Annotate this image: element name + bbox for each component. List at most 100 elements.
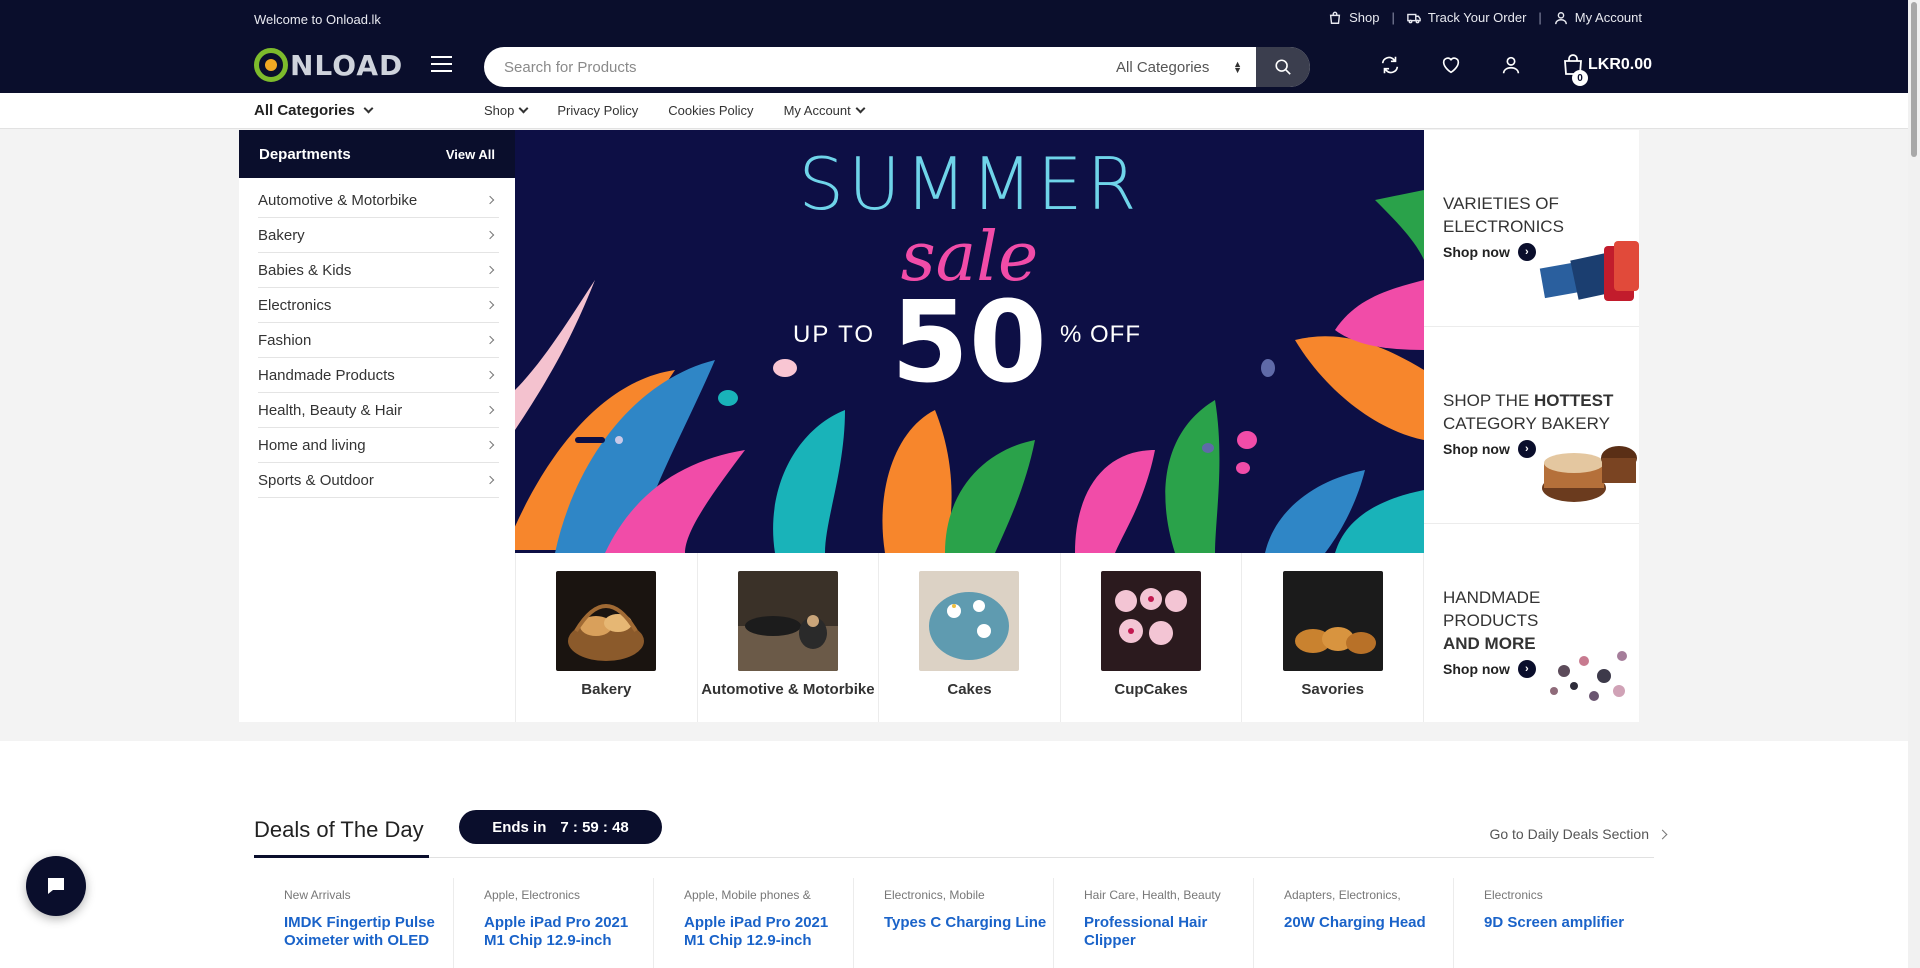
department-item[interactable]: Electronics [258, 288, 499, 323]
user-icon [1554, 11, 1567, 24]
product-card[interactable]: Adapters, Electronics, 20W Charging Head [1254, 878, 1454, 968]
category-strip: Bakery Automotive & Motorbike Cakes CupC… [515, 553, 1424, 722]
departments-title: Departments [259, 145, 351, 163]
logo-gear-icon [254, 48, 288, 82]
countdown-label: Ends in [492, 818, 547, 836]
welcome-text: Welcome to Onload.lk [254, 12, 381, 27]
promo-title-text: SHOP THE [1443, 391, 1530, 410]
menu-toggle-icon[interactable] [431, 56, 452, 72]
handmade-jewelry-image [1550, 651, 1627, 701]
department-label: Babies & Kids [258, 261, 352, 279]
promo-card-bakery[interactable]: SHOP THE HOTTEST CATEGORY BAKERY Shop now… [1424, 327, 1639, 524]
product-card[interactable]: Hair Care, Health, Beauty Professional Ha… [1054, 878, 1254, 968]
product-categories[interactable]: New Arrivals [284, 888, 453, 902]
department-item[interactable]: Bakery [258, 218, 499, 253]
top-links: Shop | Track Your Order | My Account [1316, 10, 1654, 25]
promo-title: VARIETIES OF ELECTRONICS [1443, 192, 1639, 238]
department-item[interactable]: Home and living [258, 428, 499, 463]
page-scrollbar[interactable] [1908, 0, 1920, 968]
chevron-down-icon [363, 103, 374, 114]
countdown-value: 7 : 59 : 48 [560, 818, 629, 836]
nav-item-cookies-policy[interactable]: Cookies Policy [668, 103, 753, 118]
department-label: Home and living [258, 436, 366, 454]
departments-header: Departments View All [239, 130, 515, 178]
product-card[interactable]: Electronics 9D Screen amplifier [1454, 878, 1654, 968]
product-name[interactable]: Professional Hair Clipper [1084, 914, 1253, 950]
chevron-right-icon [1657, 829, 1668, 839]
top-link-label: Track Your Order [1427, 10, 1527, 25]
top-link-track-order[interactable]: Track Your Order [1395, 10, 1539, 25]
main-nav: All Categories Shop Privacy Policy Cooki… [0, 93, 1908, 129]
nav-item-label: Cookies Policy [668, 103, 754, 118]
product-categories[interactable]: Apple, Electronics [484, 888, 653, 902]
product-categories[interactable]: Adapters, Electronics, [1284, 888, 1453, 902]
promo-title: SHOP THE HOTTEST CATEGORY BAKERY [1443, 389, 1639, 435]
product-card[interactable]: New Arrivals IMDK Fingertip Pulse Oximete… [254, 878, 454, 968]
product-name[interactable]: 20W Charging Head [1284, 914, 1453, 932]
banner-discount-value: 50 [891, 278, 1047, 408]
search-input[interactable] [504, 47, 1064, 87]
department-item[interactable]: Health, Beauty & Hair [258, 393, 499, 428]
all-categories-dropdown[interactable]: All Categories [254, 102, 374, 119]
product-categories[interactable]: Hair Care, Health, Beauty [1084, 888, 1253, 902]
category-card-savories[interactable]: Savories [1242, 553, 1424, 722]
product-name[interactable]: Apple iPad Pro 2021 M1 Chip 12.9-inch [684, 914, 853, 950]
department-label: Bakery [258, 226, 305, 244]
slider-dot[interactable] [615, 436, 623, 444]
chevron-right-icon [485, 370, 495, 380]
category-card-bakery[interactable]: Bakery [516, 553, 698, 722]
view-all-link[interactable]: View All [446, 147, 495, 162]
department-item[interactable]: Sports & Outdoor [258, 463, 499, 498]
category-card-cakes[interactable]: Cakes [879, 553, 1061, 722]
search-category-select[interactable]: All Categories ▲ ▼ [1116, 47, 1256, 87]
category-card-automotive[interactable]: Automotive & Motorbike [698, 553, 880, 722]
product-name[interactable]: Types C Charging Line [884, 914, 1053, 932]
promo-title-text: VARIETIES OF ELECTRONICS [1443, 194, 1564, 236]
product-card[interactable]: Apple, Mobile phones & Apple iPad Pro 202… [654, 878, 854, 968]
product-categories[interactable]: Electronics, Mobile [884, 888, 1053, 902]
nav-item-shop[interactable]: Shop [484, 103, 529, 118]
daily-deals-link[interactable]: Go to Daily Deals Section [1489, 826, 1668, 842]
deals-title-underline [254, 855, 429, 858]
department-item[interactable]: Handmade Products [258, 358, 499, 393]
chevron-right-icon [485, 335, 495, 345]
top-link-my-account[interactable]: My Account [1542, 10, 1654, 25]
product-card[interactable]: Electronics, Mobile Types C Charging Line [854, 878, 1054, 968]
cart-button[interactable]: 0 LKR0.00 [1563, 54, 1653, 86]
site-logo[interactable]: NLOAD [254, 48, 403, 82]
product-name[interactable]: IMDK Fingertip Pulse Oximeter with OLED [284, 914, 453, 950]
nav-item-my-account[interactable]: My Account [784, 103, 866, 118]
shop-now-label: Shop now [1443, 661, 1510, 677]
category-card-cupcakes[interactable]: CupCakes [1061, 553, 1243, 722]
compare-button[interactable] [1379, 54, 1401, 81]
banner-headline: SUMMER [798, 142, 1141, 226]
chevron-right-icon [485, 265, 495, 275]
cart-count-badge: 0 [1572, 70, 1588, 86]
department-item[interactable]: Automotive & Motorbike [258, 183, 499, 218]
bakery-thumbnail [556, 571, 657, 671]
top-link-shop[interactable]: Shop [1316, 10, 1391, 25]
department-item[interactable]: Fashion [258, 323, 499, 358]
cupcakes-thumbnail [1101, 571, 1202, 671]
scrollbar-thumb[interactable] [1911, 2, 1917, 157]
hero-banner[interactable]: SUMMER sale UP TO 50 % OFF [515, 130, 1424, 553]
product-name[interactable]: Apple iPad Pro 2021 M1 Chip 12.9-inch [484, 914, 653, 950]
promo-sidebar: VARIETIES OF ELECTRONICS Shop now › SHOP … [1424, 130, 1639, 722]
slider-dot-active[interactable] [575, 437, 605, 443]
product-card[interactable]: Apple, Electronics Apple iPad Pro 2021 M1… [454, 878, 654, 968]
search-button[interactable] [1256, 47, 1310, 87]
product-categories[interactable]: Electronics [1484, 888, 1654, 902]
chat-widget-button[interactable] [26, 856, 86, 916]
account-button[interactable] [1500, 54, 1522, 81]
wishlist-button[interactable] [1440, 54, 1462, 81]
cake-image [1542, 446, 1637, 502]
search-bar: All Categories ▲▼ [484, 47, 1310, 87]
department-item[interactable]: Babies & Kids [258, 253, 499, 288]
cart-total: LKR0.00 [1588, 56, 1653, 73]
nav-item-privacy-policy[interactable]: Privacy Policy [557, 103, 638, 118]
product-categories[interactable]: Apple, Mobile phones & [684, 888, 853, 902]
category-label: Automotive & Motorbike [701, 681, 875, 698]
promo-card-handmade[interactable]: HANDMADE PRODUCTS AND MORE Shop now › [1424, 524, 1639, 721]
product-name[interactable]: 9D Screen amplifier [1484, 914, 1654, 932]
promo-card-electronics[interactable]: VARIETIES OF ELECTRONICS Shop now › [1424, 130, 1639, 327]
